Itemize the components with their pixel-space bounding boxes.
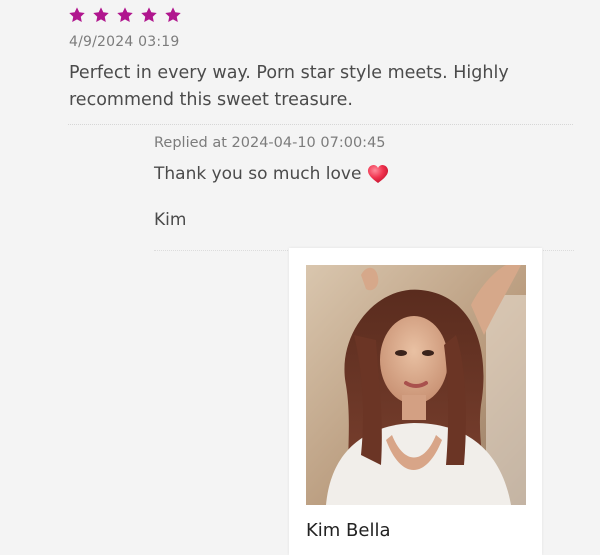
reply-text-line: Thank you so much love	[154, 162, 574, 186]
profile-name[interactable]: Kim Bella	[306, 520, 391, 541]
profile-card[interactable]: Kim Bella	[289, 248, 542, 555]
seller-reply: Replied at 2024-04-10 07:00:45 Thank you…	[154, 133, 574, 232]
review-text: Perfect in every way. Porn star style me…	[69, 63, 509, 110]
review-item: 4/9/2024 03:19 Perfect in every way. Por…	[0, 0, 600, 555]
star-icon	[164, 6, 182, 24]
star-rating	[68, 6, 182, 24]
star-icon	[92, 6, 110, 24]
red-heart-icon	[367, 164, 389, 184]
review-date: 4/9/2024 03:19	[69, 34, 180, 50]
star-icon	[116, 6, 134, 24]
star-icon	[68, 6, 86, 24]
reply-signoff: Kim	[154, 210, 187, 230]
review-divider	[68, 124, 573, 125]
reply-text: Thank you so much love	[154, 164, 362, 184]
profile-photo[interactable]	[306, 265, 526, 505]
reply-date: Replied at 2024-04-10 07:00:45	[154, 135, 386, 151]
star-icon	[140, 6, 158, 24]
